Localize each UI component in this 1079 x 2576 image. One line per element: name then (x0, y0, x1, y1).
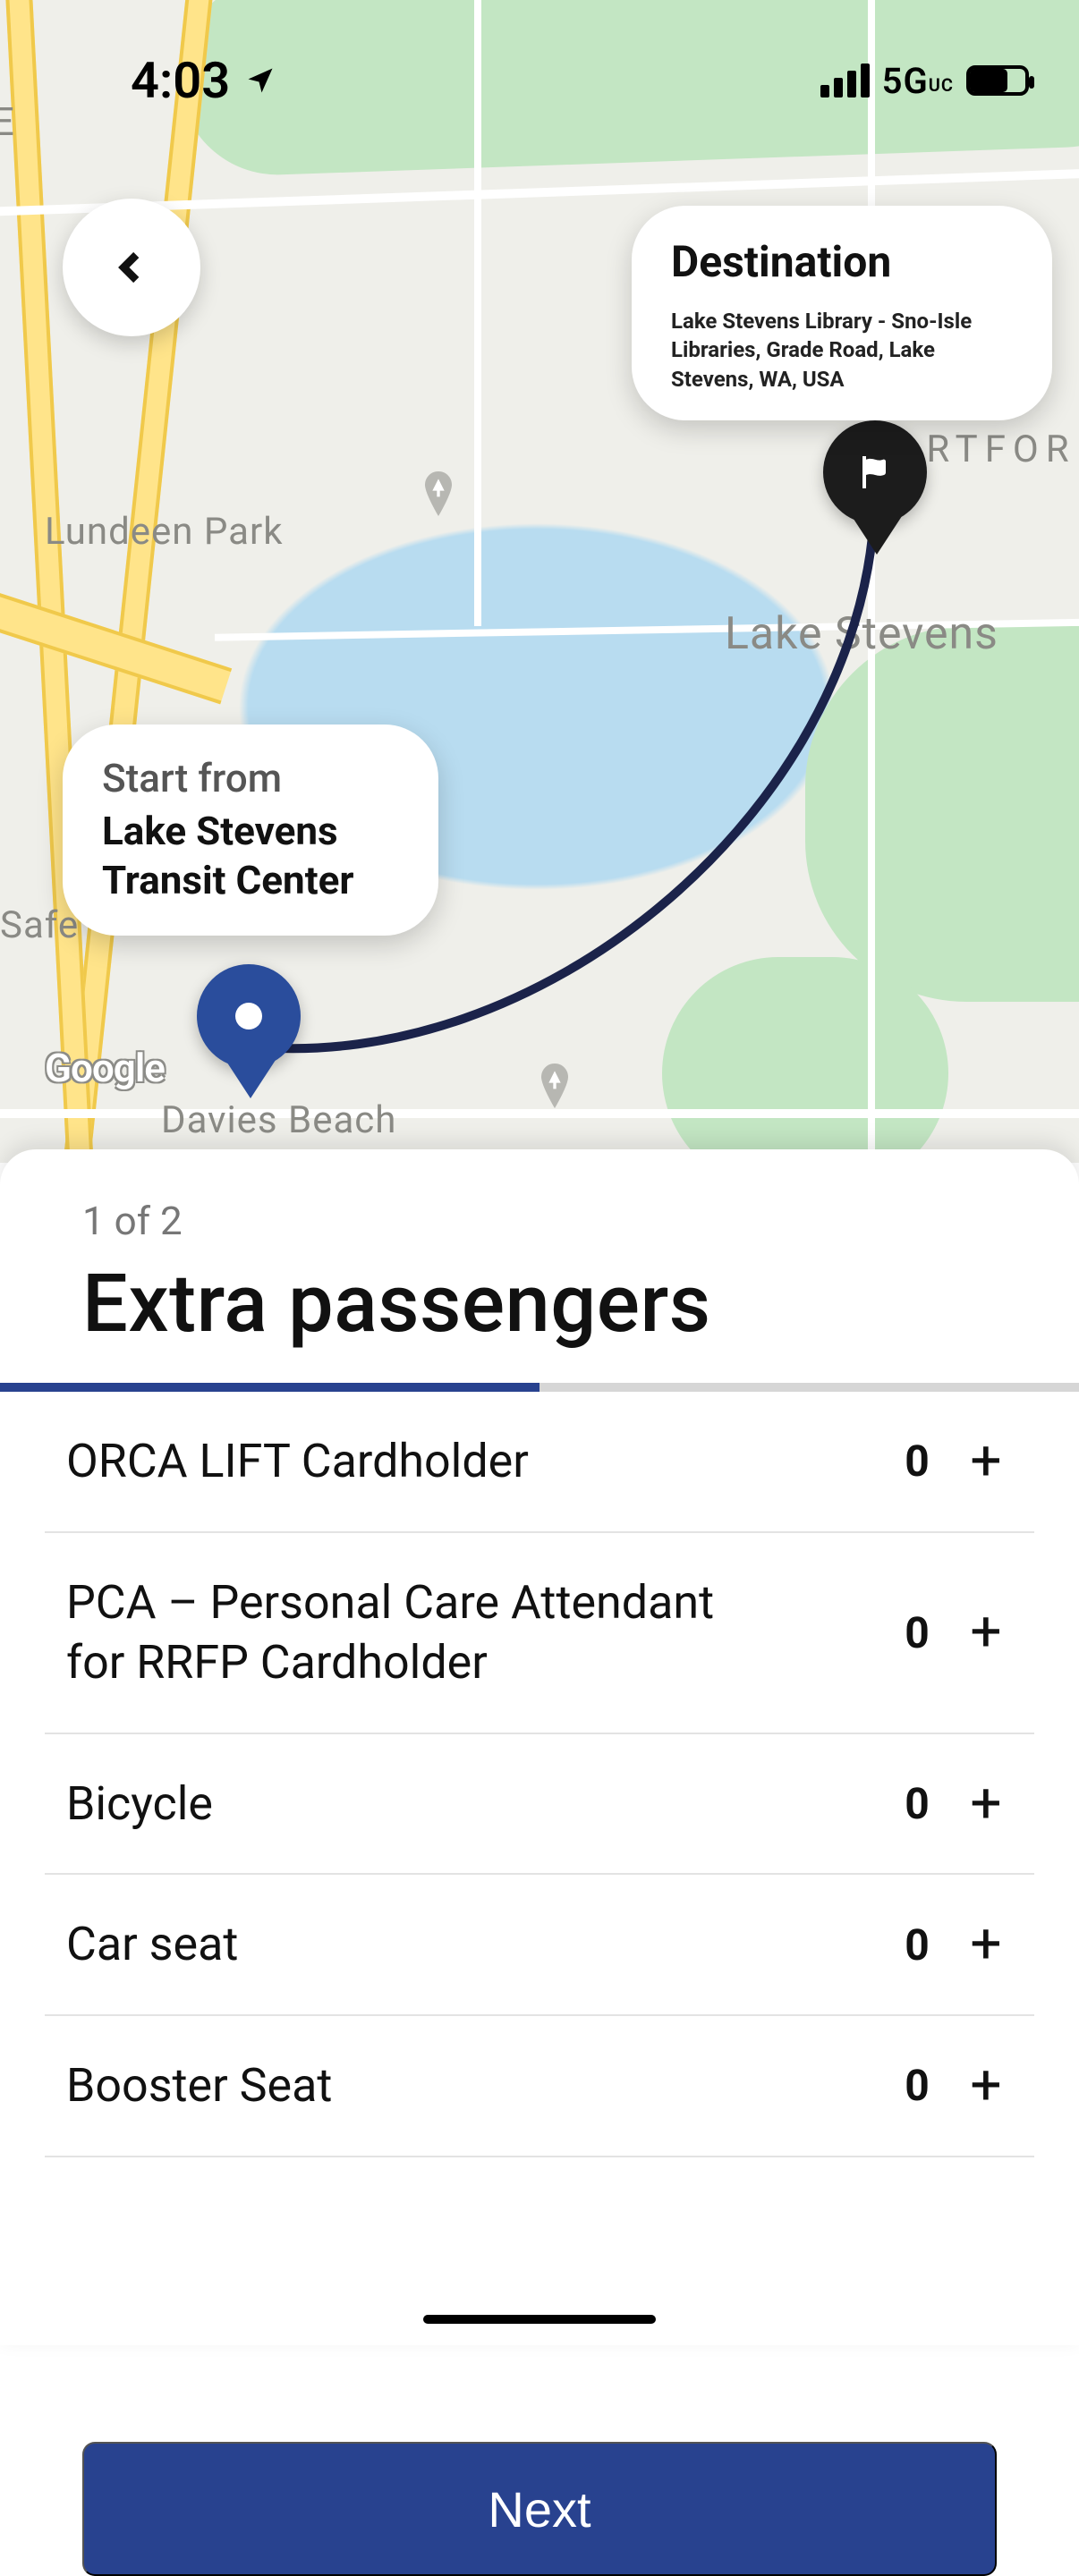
passenger-count: 0 (902, 1607, 932, 1658)
map-label-lundeen: Lundeen Park (45, 510, 284, 554)
map-road (868, 0, 875, 1163)
passenger-row: ORCA LIFT Cardholder 0 + (45, 1392, 1034, 1533)
origin-callout-heading: Start from (102, 755, 399, 801)
map-background[interactable]: DGE Lundeen Park Safe Lake Stevens ARTFO… (0, 0, 1079, 1163)
map-highway (3, 0, 95, 1163)
passenger-row: Bicycle 0 + (45, 1734, 1034, 1876)
passenger-count: 0 (902, 1778, 932, 1829)
network-type: 5GUC (882, 60, 954, 102)
destination-pin-icon[interactable] (823, 420, 930, 555)
destination-callout-name: Lake Stevens Library - Sno-Isle Librarie… (671, 307, 1013, 394)
status-time: 4:03 (131, 51, 230, 110)
step-indicator: 1 of 2 (0, 1198, 1079, 1244)
location-arrow-icon (244, 64, 276, 97)
passenger-count: 0 (902, 1436, 932, 1487)
destination-callout[interactable]: Destination Lake Stevens Library - Sno-I… (632, 206, 1052, 420)
increment-button[interactable]: + (959, 1918, 1013, 1971)
destination-callout-heading: Destination (671, 236, 1013, 287)
tree-poi-icon (537, 1061, 573, 1111)
origin-callout[interactable]: Start from Lake Stevens Transit Center (63, 724, 438, 936)
progress-fill (0, 1383, 540, 1392)
passenger-row-label: Car seat (66, 1914, 238, 1975)
passenger-row-label: Bicycle (66, 1774, 213, 1835)
map-label-safe: Safe (0, 903, 79, 947)
passenger-row: Booster Seat 0 + (45, 2016, 1034, 2157)
google-logo: Google (45, 1045, 165, 1091)
passenger-row-label: ORCA LIFT Cardholder (66, 1431, 529, 1492)
increment-button[interactable]: + (959, 1606, 1013, 1659)
passenger-count: 0 (902, 1919, 932, 1970)
map-park-shape (805, 626, 1079, 1002)
passenger-count: 0 (902, 2060, 932, 2111)
increment-button[interactable]: + (959, 1435, 1013, 1488)
status-bar: 4:03 5GUC (0, 0, 1079, 143)
progress-bar (0, 1383, 1079, 1392)
battery-icon (966, 65, 1029, 96)
origin-pin-icon[interactable] (197, 964, 304, 1098)
page-title: Extra passengers (0, 1244, 1079, 1383)
chevron-left-icon (113, 249, 150, 286)
tree-poi-icon (421, 469, 456, 519)
next-button[interactable]: Next (82, 2442, 997, 2576)
home-indicator[interactable] (423, 2315, 656, 2324)
map-park-shape (662, 957, 948, 1163)
map-label-lakestevens: Lake Stevens (725, 608, 998, 660)
passenger-row-label: Booster Seat (66, 2055, 332, 2116)
increment-button[interactable]: + (959, 2059, 1013, 2113)
bottom-sheet: 1 of 2 Extra passengers ORCA LIFT Cardho… (0, 1149, 1079, 2345)
passenger-row: Car seat 0 + (45, 1875, 1034, 2016)
back-button[interactable] (63, 199, 200, 336)
passenger-row: PCA – Personal Care Attendant for RRFP C… (45, 1533, 1034, 1734)
passenger-row-label: PCA – Personal Care Attendant for RRFP C… (66, 1572, 764, 1693)
map-label-davies: Davies Beach (161, 1098, 396, 1142)
increment-button[interactable]: + (959, 1777, 1013, 1831)
signal-strength-icon (820, 64, 870, 97)
origin-callout-name: Lake Stevens Transit Center (102, 807, 399, 905)
